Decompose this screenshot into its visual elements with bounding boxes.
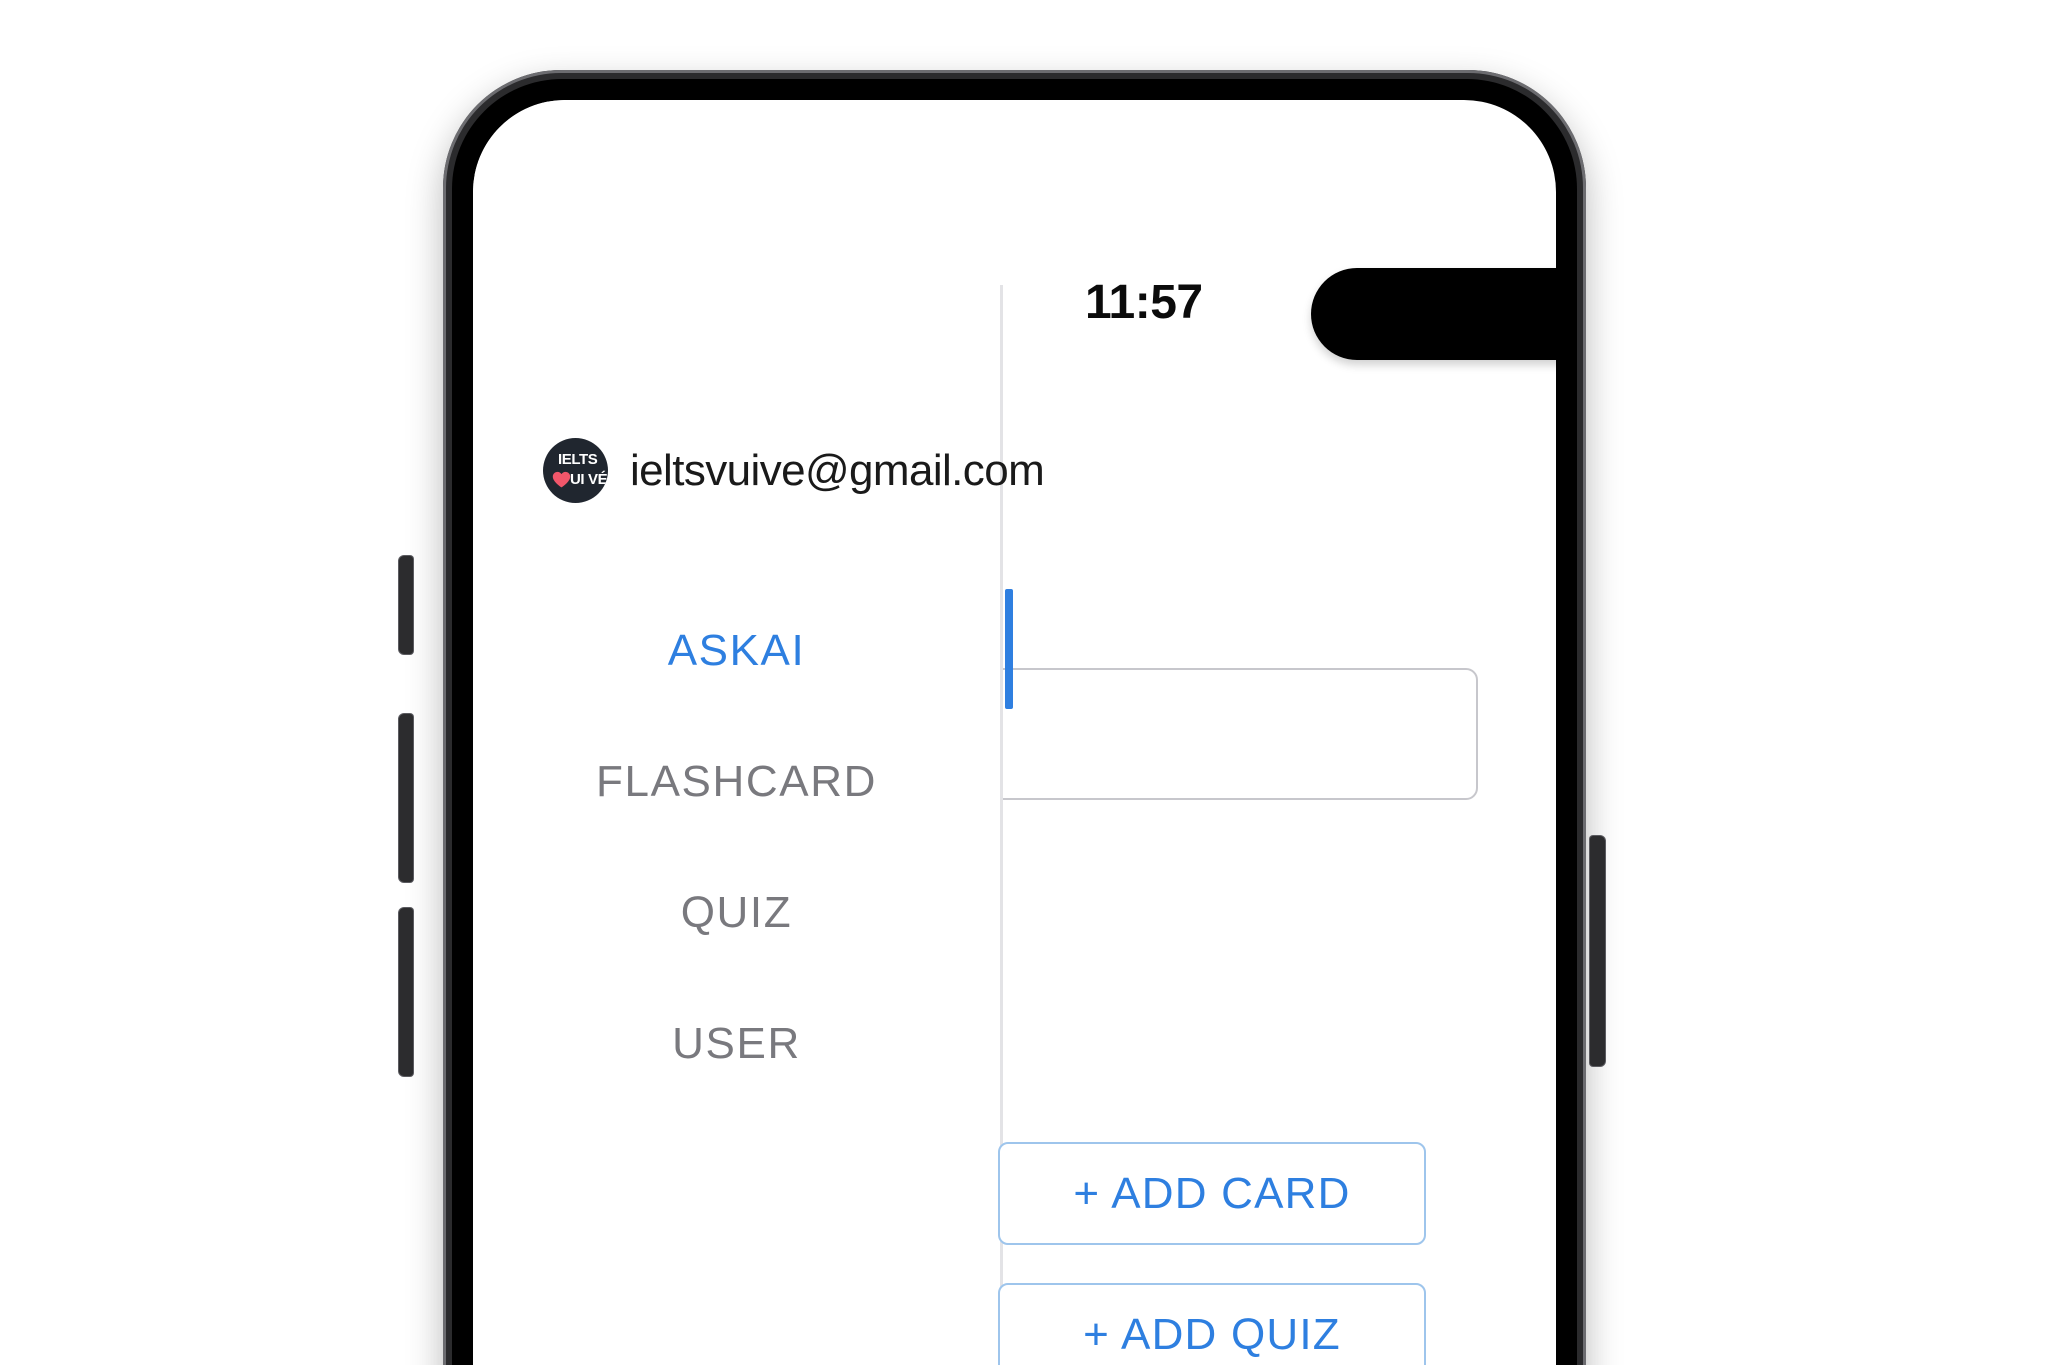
volume-up-button[interactable] (399, 714, 413, 882)
status-bar-time: 11:57 (1085, 276, 1203, 329)
menu-item-quiz[interactable]: QUIZ (473, 847, 1000, 978)
account-email: ieltsvuive@gmail.com (630, 445, 1045, 495)
menu-item-askai[interactable]: ASKAI (473, 585, 1013, 716)
menu-item-user[interactable]: USER (473, 978, 1000, 1109)
account-row[interactable]: IELTS UI VÉ ieltsvuive@gmail.com (543, 438, 1045, 503)
avatar-line1: IELTS (558, 451, 598, 468)
menu-item-flashcard[interactable]: FLASHCARD (473, 716, 1000, 847)
add-quiz-button[interactable]: + ADD QUIZ (998, 1283, 1426, 1365)
menu-item-label: ASKAI (667, 625, 806, 675)
active-indicator-bar (1005, 589, 1013, 709)
menu-item-label: QUIZ (680, 887, 793, 937)
dynamic-island (1311, 268, 1556, 360)
menu-item-label: USER (672, 1018, 801, 1068)
avatar: IELTS UI VÉ (543, 438, 608, 503)
volume-down-button[interactable] (399, 908, 413, 1076)
heart-icon (552, 471, 571, 488)
add-card-button[interactable]: + ADD CARD (998, 1142, 1426, 1245)
drawer-menu: ASKAI FLASHCARD QUIZ USER (473, 585, 1013, 1109)
menu-item-label: FLASHCARD (596, 756, 877, 806)
silent-switch-button[interactable] (399, 556, 413, 654)
screenshot-root: K AI RATE y giáo Sang lts-vuive.com 11:5… (0, 0, 2048, 1365)
phone-screen: K AI RATE y giáo Sang lts-vuive.com 11:5… (473, 100, 1556, 1365)
avatar-line2: UI VÉ (570, 471, 608, 488)
power-button[interactable] (1590, 836, 1605, 1066)
